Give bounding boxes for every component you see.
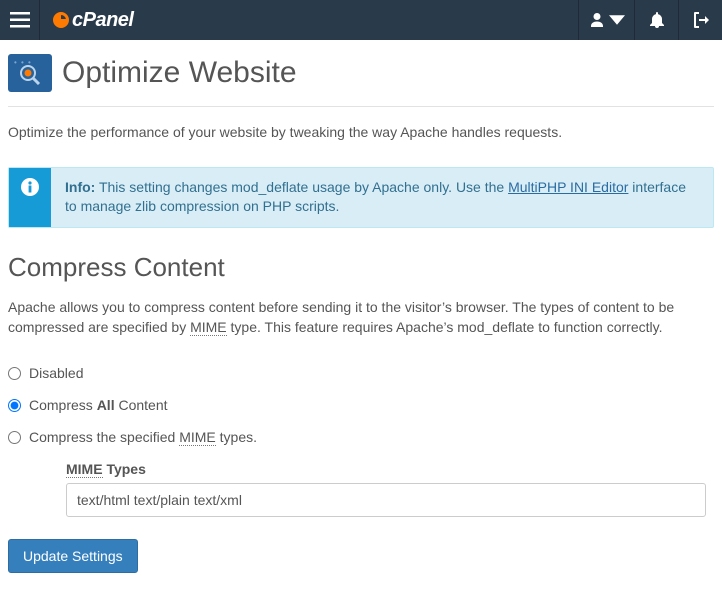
info-callout-body: Info: This setting changes mod_deflate u… — [51, 168, 713, 227]
mime-types-subsection: MIME Types — [66, 461, 706, 517]
option-compress-all[interactable]: Compress All Content — [8, 397, 714, 413]
compress-section-title: Compress Content — [8, 252, 714, 283]
all-bold: All — [97, 397, 115, 413]
brand-text: cPanel — [72, 9, 133, 32]
radio-compress-specified-label[interactable]: Compress the specified MIME types. — [29, 429, 257, 445]
page-icon: • • • — [8, 54, 52, 92]
mime-types-label: MIME Types — [66, 461, 706, 477]
brand-logo[interactable]: cPanel — [52, 9, 133, 32]
spec-pre: Compress the specified — [29, 429, 179, 445]
mime-types-label-post: Types — [103, 461, 146, 477]
page-description: Optimize the performance of your website… — [8, 123, 714, 143]
notifications-button[interactable] — [634, 0, 678, 40]
logout-button[interactable] — [678, 0, 722, 40]
all-post: Content — [115, 397, 168, 413]
info-label: Info: — [65, 179, 95, 195]
page-title: Optimize Website — [62, 56, 297, 90]
radio-compress-all[interactable] — [8, 399, 21, 412]
user-menu-button[interactable] — [578, 0, 634, 40]
multiphp-ini-editor-link[interactable]: MultiPHP INI Editor — [508, 179, 628, 195]
radio-disabled[interactable] — [8, 367, 21, 380]
info-callout: Info: This setting changes mod_deflate u… — [8, 167, 714, 228]
option-compress-specified[interactable]: Compress the specified MIME types. — [8, 429, 714, 445]
page-header: • • • Optimize Website — [8, 50, 714, 107]
mime-types-input[interactable] — [66, 483, 706, 517]
option-disabled[interactable]: Disabled — [8, 365, 714, 381]
info-text-before: This setting changes mod_deflate usage b… — [95, 179, 508, 195]
main-container: • • • Optimize Website Optimize the perf… — [0, 40, 722, 593]
user-icon — [589, 12, 605, 28]
update-settings-button[interactable]: Update Settings — [8, 539, 138, 573]
bell-icon — [649, 12, 665, 28]
logout-icon — [693, 12, 709, 28]
mime-abbr: MIME — [190, 319, 227, 336]
mime-types-abbr: MIME — [66, 461, 103, 478]
menu-toggle-button[interactable] — [0, 0, 40, 40]
nav-left: cPanel — [0, 0, 133, 40]
caret-down-icon — [609, 12, 625, 28]
radio-compress-all-label[interactable]: Compress All Content — [29, 397, 168, 413]
compress-section-description: Apache allows you to compress content be… — [8, 297, 714, 338]
spec-mime-abbr: MIME — [179, 429, 216, 446]
all-pre: Compress — [29, 397, 97, 413]
cpanel-logo-icon — [52, 11, 70, 29]
radio-compress-specified[interactable] — [8, 431, 21, 444]
compress-desc-post: type. This feature requires Apache’s mod… — [227, 319, 663, 335]
nav-right — [578, 0, 722, 40]
hamburger-icon — [10, 12, 30, 28]
info-icon — [21, 178, 39, 196]
radio-disabled-label[interactable]: Disabled — [29, 365, 83, 381]
spec-post: types. — [216, 429, 257, 445]
top-navbar: cPanel — [0, 0, 722, 40]
info-icon-container — [9, 168, 51, 227]
